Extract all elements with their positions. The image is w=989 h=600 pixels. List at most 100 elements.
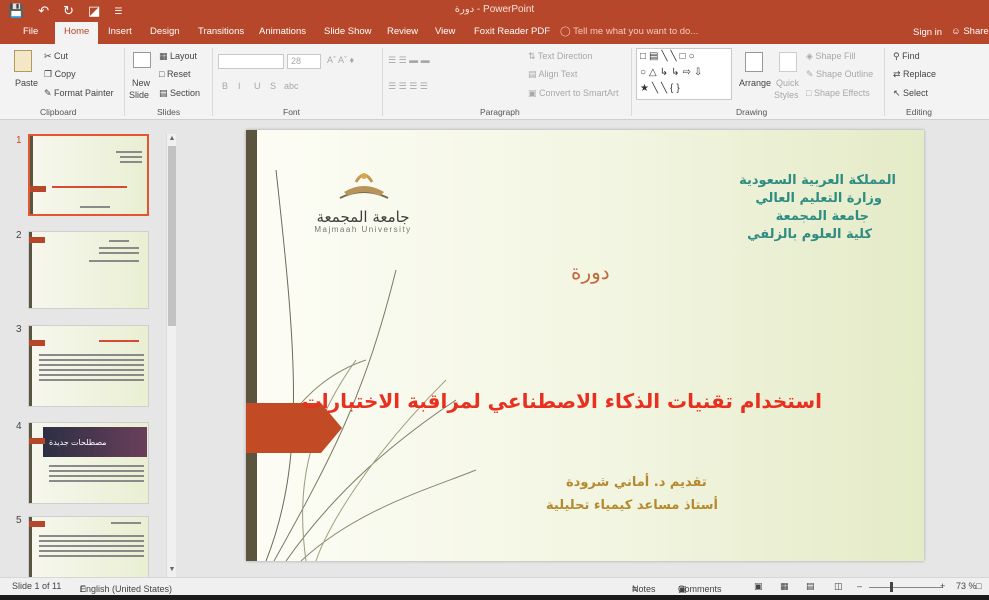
- slide-thumbnail-2[interactable]: [28, 231, 149, 309]
- font-size-field[interactable]: 28: [287, 54, 321, 69]
- brush-icon: ✎: [44, 88, 55, 98]
- align-icon[interactable]: ☰ ☰ ☰ ☰: [388, 81, 428, 92]
- zoom-out-icon[interactable]: –: [857, 581, 862, 591]
- shapes-gallery[interactable]: □▤╲╲□○ ○△↳↳⇨⇩ ★╲╲{}: [636, 48, 732, 100]
- zoom-slider-knob[interactable]: [890, 582, 893, 592]
- font-name-field[interactable]: [218, 54, 284, 69]
- tab-home[interactable]: Home: [55, 22, 99, 44]
- slides-group-label: Slides: [157, 107, 181, 117]
- thumbnail-caption: مصطلحات جديدة: [49, 438, 107, 447]
- scroll-down-icon[interactable]: ▼: [167, 565, 177, 575]
- scroll-thumb[interactable]: [168, 146, 176, 326]
- header-line-kingdom: المملكة العربية السعودية: [739, 173, 896, 188]
- thumbnail-number: 4: [16, 421, 22, 432]
- thumbnail-scrollbar[interactable]: ▲ ▼: [166, 134, 176, 577]
- tab-insert[interactable]: Insert: [108, 26, 132, 37]
- thumbnail-number: 3: [16, 324, 22, 335]
- convert-to-smartart-button[interactable]: ▣ Convert to SmartArt: [528, 88, 619, 99]
- quick-styles-button[interactable]: Quick: [776, 78, 799, 88]
- bullets-icon[interactable]: ☰ ☰ ▬ ▬: [388, 55, 430, 66]
- thumbnail-number: 5: [16, 515, 22, 526]
- taskbar-strip: [0, 595, 989, 600]
- cut-button[interactable]: ✂ Cut: [44, 51, 68, 62]
- reset-icon: □: [159, 69, 167, 79]
- bold-button[interactable]: B: [222, 81, 228, 91]
- format-painter-button[interactable]: ✎ Format Painter: [44, 88, 114, 99]
- tell-me-box[interactable]: ◯ Tell me what you want to do...: [560, 26, 698, 37]
- shadow-button[interactable]: abc: [284, 81, 299, 91]
- course-label: دورة: [571, 260, 610, 284]
- editing-group-label: Editing: [906, 107, 932, 117]
- clipboard-group-label: Clipboard: [40, 107, 77, 117]
- slide-thumbnail-3[interactable]: [28, 325, 149, 407]
- slide-thumbnail-5[interactable]: [28, 516, 149, 577]
- reading-view-icon[interactable]: ▤: [806, 581, 815, 592]
- scissors-icon: ✂: [44, 51, 55, 61]
- section-icon: ▤: [159, 88, 171, 98]
- tab-review[interactable]: Review: [387, 26, 418, 37]
- slide-thumbnail-4[interactable]: مصطلحات جديدة: [28, 422, 149, 504]
- copy-icon: ❐: [44, 69, 55, 79]
- tab-slide-show[interactable]: Slide Show: [324, 26, 372, 37]
- slide-counter: Slide 1 of 11: [12, 581, 62, 591]
- tab-foxit-reader-pdf[interactable]: Foxit Reader PDF: [474, 26, 550, 37]
- university-logo-icon: [339, 173, 389, 199]
- zoom-slider-track[interactable]: [869, 587, 943, 588]
- slide-thumbnail-1[interactable]: [28, 134, 149, 216]
- align-text-icon: ▤: [528, 69, 539, 79]
- paste-button[interactable]: Paste: [15, 78, 38, 88]
- tab-view[interactable]: View: [435, 26, 455, 37]
- grow-font-icon[interactable]: Aˆ Aˇ ♦: [327, 55, 354, 65]
- new-slide-button[interactable]: New: [132, 78, 150, 88]
- tab-file[interactable]: File: [23, 26, 38, 37]
- layout-icon: ▦: [159, 51, 171, 61]
- tab-animations[interactable]: Animations: [259, 26, 306, 37]
- align-text-button[interactable]: ▤ Align Text: [528, 69, 577, 80]
- copy-button[interactable]: ❐ Copy: [44, 69, 76, 80]
- effects-icon: □: [806, 88, 814, 98]
- zoom-level[interactable]: 73 %: [956, 581, 977, 591]
- tab-transitions[interactable]: Transitions: [198, 26, 244, 37]
- title-bar: 💾 ↶ ↻ ◪ ☰ دورة - PowerPoint: [0, 0, 989, 22]
- tab-design[interactable]: Design: [150, 26, 180, 37]
- slideshow-icon[interactable]: ◫: [834, 581, 843, 592]
- find-button[interactable]: ⚲ Find: [893, 51, 920, 62]
- slide-main-title: استخدام تقنيات الذكاء الاصطناعي لمراقبة …: [301, 389, 822, 413]
- thumbnail-number: 1: [16, 135, 22, 146]
- replace-button[interactable]: ⇄ Replace: [893, 69, 936, 80]
- shape-fill-button[interactable]: ◈ Shape Fill: [806, 51, 855, 62]
- layout-button[interactable]: ▦ Layout: [159, 51, 197, 62]
- sign-in-link[interactable]: Sign in: [913, 27, 942, 38]
- strikethrough-button[interactable]: S: [270, 81, 276, 91]
- paste-icon[interactable]: [14, 50, 32, 72]
- replace-icon: ⇄: [893, 69, 904, 79]
- window-title: دورة - PowerPoint: [454, 4, 535, 15]
- fit-slide-icon[interactable]: □: [976, 581, 981, 591]
- select-button[interactable]: ↖ Select: [893, 88, 928, 99]
- slide-side-bar: [246, 130, 257, 561]
- reset-button[interactable]: □ Reset: [159, 69, 190, 79]
- new-slide-icon[interactable]: [133, 52, 151, 68]
- shape-outline-button[interactable]: ✎ Shape Outline: [806, 69, 873, 80]
- position-line: أستاذ مساعد كيمياء تحليلية: [546, 498, 719, 513]
- normal-view-icon[interactable]: ▣: [754, 581, 763, 592]
- thumbnail-number: 2: [16, 230, 22, 241]
- text-direction-icon: ⇅: [528, 51, 538, 61]
- arrange-icon[interactable]: [745, 52, 763, 72]
- arrange-button[interactable]: Arrange: [739, 78, 771, 88]
- header-line-college: كلية العلوم بالزلفي: [747, 227, 872, 242]
- scroll-up-icon[interactable]: ▲: [167, 134, 177, 144]
- share-button[interactable]: ☺ Share: [951, 26, 989, 37]
- quick-styles-button-line2[interactable]: Styles: [774, 90, 799, 100]
- underline-button[interactable]: U: [254, 81, 261, 91]
- slide-sorter-icon[interactable]: ▦: [780, 581, 789, 592]
- presenter-line: تقديم د. أماني شرودة: [566, 475, 707, 490]
- shape-effects-button[interactable]: □ Shape Effects: [806, 88, 870, 98]
- slide-canvas[interactable]: جامعة المجمعة Majmaah University المملكة…: [246, 130, 924, 561]
- zoom-in-icon[interactable]: +: [940, 581, 945, 591]
- section-button[interactable]: ▤ Section: [159, 88, 200, 99]
- italic-button[interactable]: I: [238, 81, 241, 91]
- quick-styles-icon[interactable]: [779, 52, 797, 72]
- text-direction-button[interactable]: ⇅ Text Direction: [528, 51, 592, 62]
- new-slide-button-line2[interactable]: Slide: [129, 90, 149, 100]
